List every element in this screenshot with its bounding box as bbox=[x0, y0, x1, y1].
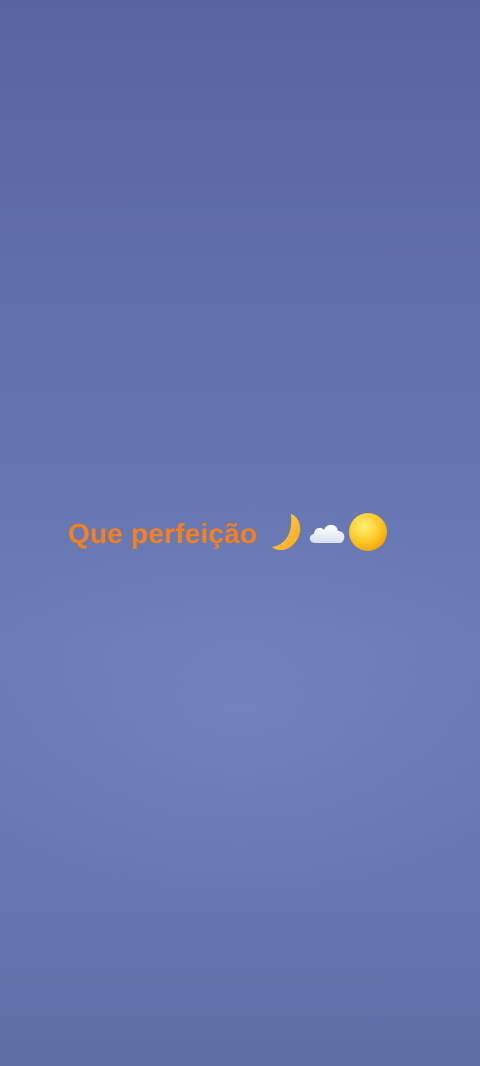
story-screen: Que perfeição bbox=[0, 0, 480, 1066]
sky-background bbox=[0, 500, 480, 920]
cloud-icon bbox=[307, 517, 347, 552]
caption-text: Que perfeição bbox=[68, 518, 258, 549]
caption-overlay[interactable]: Que perfeição bbox=[68, 512, 389, 556]
sun-icon bbox=[347, 511, 389, 558]
emoji-row bbox=[271, 511, 389, 558]
crescent-moon-icon bbox=[271, 512, 307, 557]
